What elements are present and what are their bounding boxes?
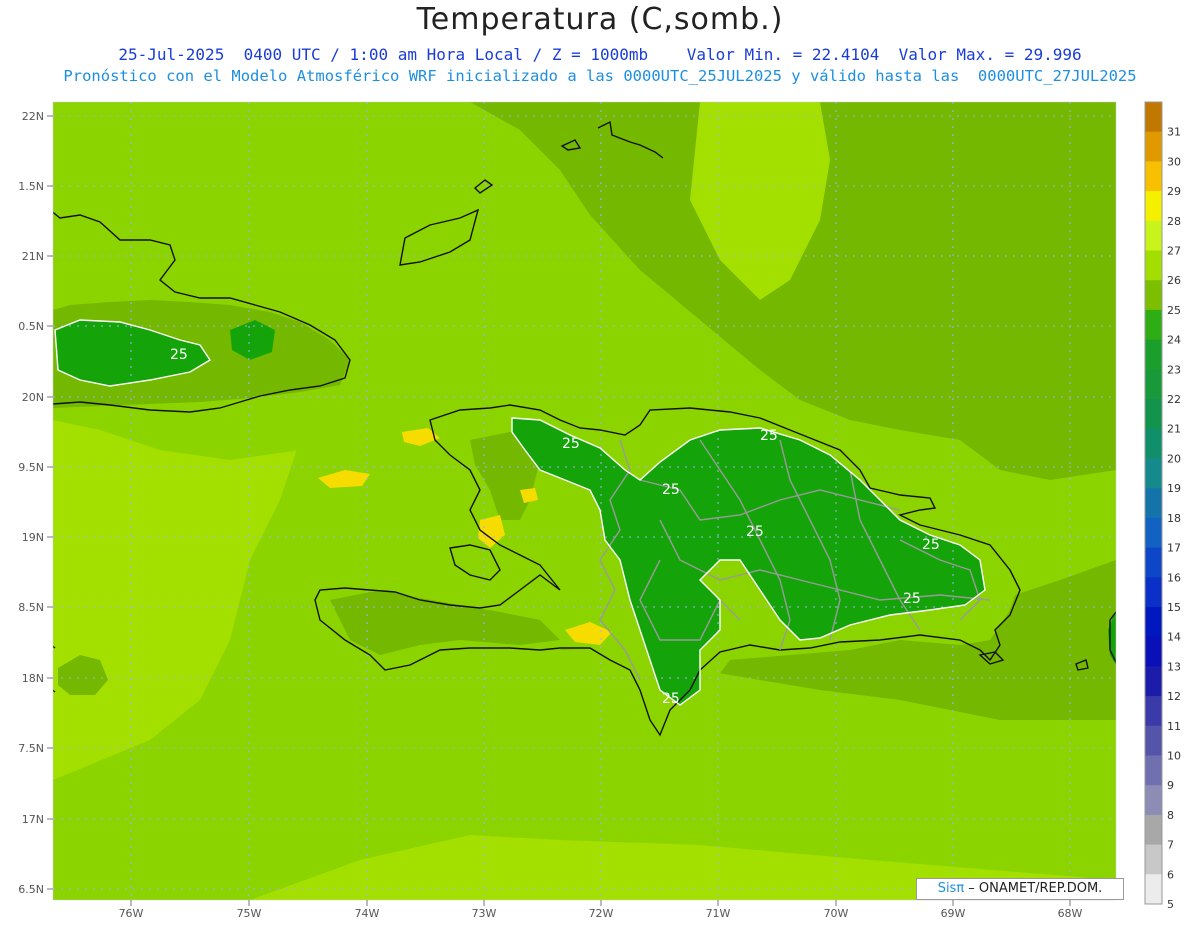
credit-badge: Sisπ – ONAMET/REP.DOM. [916, 878, 1124, 900]
lon-tick-label: 73W [472, 907, 497, 920]
lat-tick-label: 7.5N [18, 742, 44, 755]
legend-label: 28 [1167, 215, 1181, 228]
lat-tick-label: 22N [22, 110, 44, 123]
legend-swatch [1145, 874, 1162, 905]
legend-swatch [1145, 488, 1162, 519]
legend-label: 21 [1167, 423, 1181, 436]
contour-label: 25 [746, 524, 764, 540]
temperature-map: 25 25 25 25 25 25 25 25 22N 1.5N 21N 0.5… [18, 101, 1181, 920]
map-plot-area [53, 102, 1116, 900]
legend-label: 17 [1167, 542, 1181, 555]
lat-tick-label: 19N [22, 531, 44, 544]
legend-label: 20 [1167, 452, 1181, 465]
contour-label: 25 [662, 482, 680, 498]
legend-label: 23 [1167, 363, 1181, 376]
legend-swatch [1145, 666, 1162, 697]
lon-tick-label: 76W [119, 907, 144, 920]
legend-swatch [1145, 725, 1162, 756]
legend-swatch [1145, 369, 1162, 400]
legend-swatch [1145, 844, 1162, 875]
contour-label: 25 [760, 428, 778, 444]
legend-swatch [1145, 577, 1162, 608]
legend-label: 13 [1167, 660, 1181, 673]
legend-swatch [1145, 250, 1162, 281]
legend-label: 29 [1167, 185, 1181, 198]
legend-label: 10 [1167, 749, 1181, 762]
lat-tick-label: 8.5N [18, 601, 44, 614]
legend-label: 7 [1167, 839, 1174, 852]
legend-label: 26 [1167, 274, 1181, 287]
lat-ticks [47, 115, 53, 890]
lat-tick-label: 18N [22, 672, 44, 685]
legend-label: 24 [1167, 334, 1181, 347]
legend-swatch [1145, 220, 1162, 252]
legend-label: 14 [1167, 631, 1181, 644]
lat-tick-label: 21N [22, 250, 44, 263]
legend-label: 22 [1167, 393, 1181, 406]
legend-swatch [1145, 814, 1162, 846]
lat-tick-label: 9.5N [18, 461, 44, 474]
contour-label: 25 [170, 347, 188, 363]
lon-tick-label: 72W [589, 907, 614, 920]
lon-tick-label: 70W [824, 907, 849, 920]
legend-swatch [1145, 131, 1162, 162]
lat-tick-label: 1.5N [18, 180, 44, 193]
cuba-west-edge [53, 645, 56, 649]
legend-swatch [1145, 309, 1162, 341]
lat-axis: 22N 1.5N 21N 0.5N 20N 9.5N 19N 8.5N 18N … [18, 110, 44, 896]
legend-swatch [1145, 517, 1162, 549]
contour-label: 25 [903, 591, 921, 607]
legend-swatch [1145, 636, 1162, 667]
legend-label: 9 [1167, 779, 1174, 792]
lon-tick-label: 75W [237, 907, 262, 920]
contour-label: 25 [562, 436, 580, 452]
contour-label: 25 [922, 537, 940, 553]
legend-label: 15 [1167, 601, 1181, 614]
lon-tick-label: 71W [706, 907, 731, 920]
legend-label: 25 [1167, 304, 1181, 317]
legend-swatch [1145, 339, 1162, 370]
lat-tick-label: 20N [22, 391, 44, 404]
legend-label: 31 [1167, 126, 1181, 139]
legend-label: 6 [1167, 868, 1174, 881]
legend-swatch [1145, 547, 1162, 578]
legend-label: 12 [1167, 690, 1181, 703]
legend-swatch [1145, 696, 1162, 727]
legend-label: 18 [1167, 512, 1181, 525]
legend-swatch [1145, 191, 1162, 222]
legend-swatch [1145, 102, 1162, 133]
legend-swatch [1145, 280, 1162, 311]
legend-swatch [1145, 755, 1162, 786]
legend-swatch [1145, 606, 1162, 638]
legend-swatch [1145, 458, 1162, 489]
legend-swatch [1145, 161, 1162, 192]
credit-brand: Sisπ [937, 881, 965, 896]
legend-label: 5 [1167, 898, 1174, 911]
lon-ticks [130, 900, 1071, 906]
lat-tick-label: 0.5N [18, 320, 44, 333]
legend-label: 11 [1167, 720, 1181, 733]
legend-label: 16 [1167, 571, 1181, 584]
lon-axis: 76W 75W 74W 73W 72W 71W 70W 69W 68W [119, 907, 1083, 920]
legend-swatch [1145, 428, 1162, 459]
contour-label: 25 [662, 691, 680, 707]
lat-tick-label: 17N [22, 813, 44, 826]
legend-swatch [1145, 785, 1162, 816]
credit-text: – ONAMET/REP.DOM. [964, 881, 1103, 896]
lon-tick-label: 74W [355, 907, 380, 920]
lat-tick-label: 6.5N [18, 883, 44, 896]
color-legend: 31 30 29 28 27 26 25 24 23 22 21 20 19 18 17 16 15 14 13 12… [1144, 101, 1181, 911]
legend-label: 30 [1167, 155, 1181, 168]
legend-label: 8 [1167, 809, 1174, 822]
legend-label: 19 [1167, 482, 1181, 495]
lon-tick-label: 69W [941, 907, 966, 920]
legend-swatch [1145, 399, 1162, 430]
legend-label: 27 [1167, 245, 1181, 258]
lon-tick-label: 68W [1058, 907, 1083, 920]
